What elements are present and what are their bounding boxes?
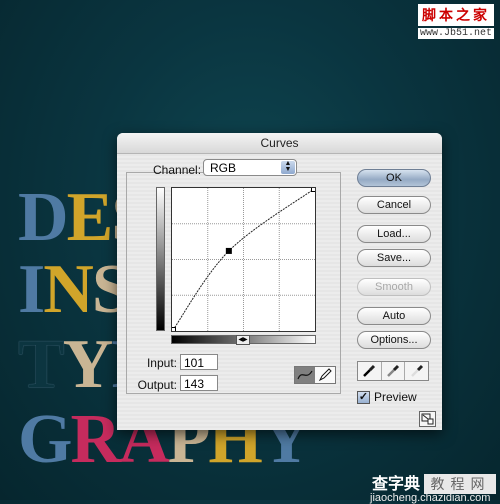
pencil-tool-button[interactable] — [315, 367, 335, 383]
black-point-eyedropper-button[interactable] — [358, 362, 382, 380]
eyedropper-gray-icon — [387, 364, 400, 377]
ok-button[interactable]: OK — [357, 169, 431, 187]
white-point-eyedropper-button[interactable] — [405, 362, 429, 380]
eyedropper-white-icon — [410, 364, 423, 377]
eyedropper-group — [357, 361, 429, 381]
curve-control-point[interactable] — [311, 186, 317, 192]
load-button[interactable]: Load... — [357, 225, 431, 243]
output-gradient-bar — [156, 187, 165, 331]
watermark-bottom-url: jiaocheng.chazidian.com — [370, 492, 491, 504]
channel-select-value: RGB — [210, 161, 237, 175]
output-label: Output: — [137, 378, 177, 392]
channel-select[interactable]: RGB ▲ ▼ — [203, 159, 297, 176]
watermark-bottom-subtitle: 教程网 — [424, 474, 497, 494]
preview-checkbox[interactable]: ✓ — [357, 390, 370, 404]
curve-control-point[interactable] — [225, 247, 232, 254]
pencil-icon — [318, 368, 332, 382]
options-button[interactable]: Options... — [357, 331, 431, 349]
input-field[interactable]: 101 — [180, 354, 218, 370]
watermark-bottom: 查字典 教程网 jiaocheng.chazidian.com — [370, 470, 497, 504]
watermark-bottom-title: 查字典 — [372, 474, 421, 493]
eyedropper-black-icon — [363, 364, 376, 377]
curve-svg[interactable] — [170, 186, 317, 333]
dialog-title: Curves — [260, 136, 299, 150]
expand-icon — [421, 413, 434, 425]
watermark-top-title: 脚本之家 — [417, 4, 494, 26]
channel-label: Channel: — [153, 163, 202, 177]
gradient-toggle-arrows-icon[interactable]: ◀▶ — [236, 335, 250, 345]
curve-icon — [297, 370, 313, 380]
up-down-arrows-icon: ▲ ▼ — [281, 160, 295, 174]
gray-point-eyedropper-button[interactable] — [381, 362, 406, 380]
dialog-title-bar[interactable]: Curves — [117, 133, 442, 154]
watermark-top: 脚本之家 www.Jb51.net — [417, 4, 494, 39]
expand-dialog-button[interactable] — [419, 411, 436, 427]
output-field[interactable]: 143 — [180, 375, 218, 391]
cancel-button[interactable]: Cancel — [357, 196, 431, 214]
preview-checkbox-row[interactable]: ✓ Preview — [357, 390, 417, 404]
smooth-button[interactable]: Smooth — [357, 278, 431, 296]
curve-control-point[interactable] — [170, 327, 176, 333]
curve-graph[interactable] — [170, 186, 317, 333]
curve-tool-group — [294, 366, 336, 384]
input-label: Input: — [146, 356, 177, 370]
curves-dialog: Curves Channel: RGB ▲ ▼ ◀▶ Input: 101 Out… — [117, 133, 442, 430]
input-gradient-bar: ◀▶ — [171, 335, 316, 345]
save-button[interactable]: Save... — [357, 249, 431, 267]
auto-button[interactable]: Auto — [357, 307, 431, 325]
preview-label: Preview — [374, 390, 417, 404]
curve-tool-button[interactable] — [295, 367, 315, 383]
watermark-top-url: www.Jb51.net — [417, 28, 494, 39]
